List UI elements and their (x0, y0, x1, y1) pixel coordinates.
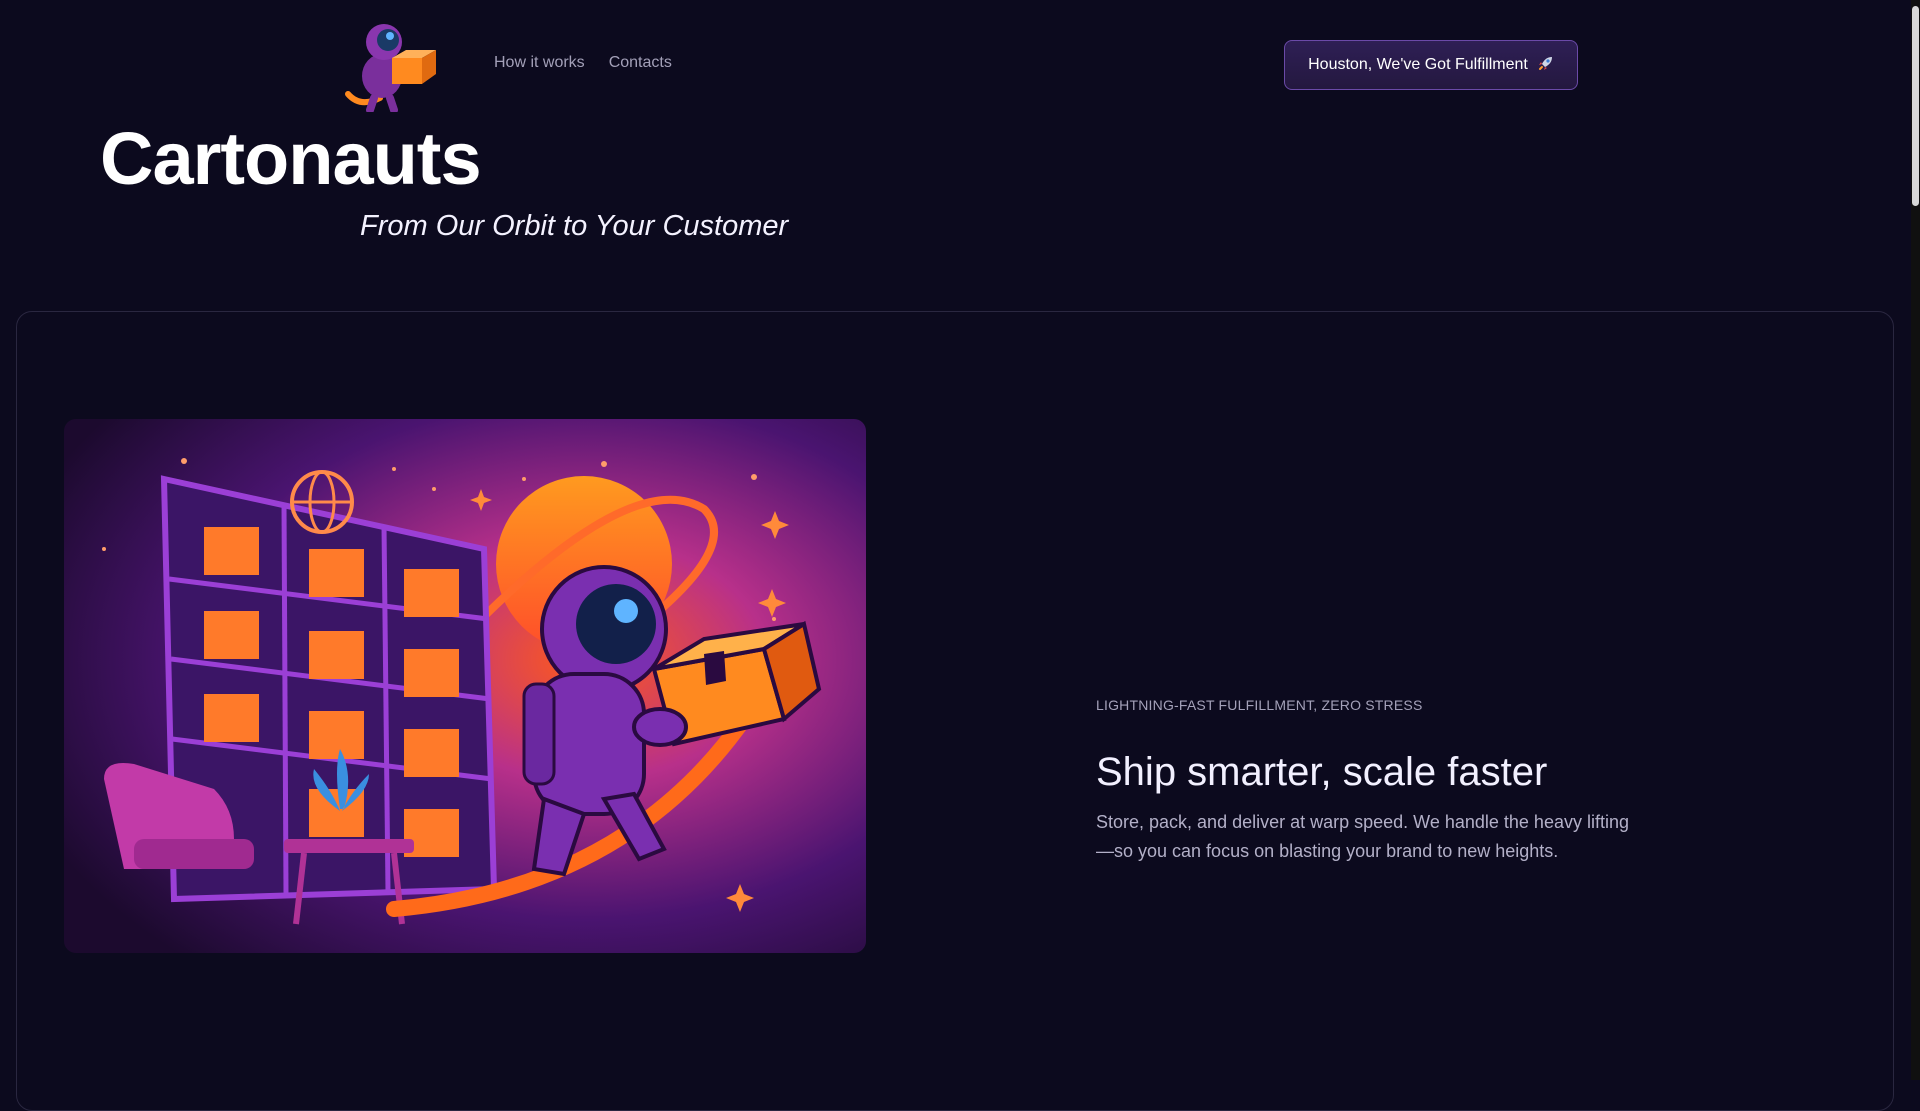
rocket-icon (1538, 55, 1554, 76)
main-nav: How it works Contacts (494, 54, 672, 72)
feature-eyebrow: LIGHTNING-FAST FULFILLMENT, ZERO STRESS (1096, 697, 1423, 713)
feature-heading: Ship smarter, scale faster (1096, 750, 1548, 794)
nav-link-how-it-works[interactable]: How it works (494, 54, 585, 72)
brand-tagline: From Our Orbit to Your Customer (360, 210, 789, 242)
cta-button[interactable]: Houston, We've Got Fulfillment (1284, 40, 1578, 90)
feature-description: Store, pack, and deliver at warp speed. … (1096, 812, 1629, 861)
brand-title: Cartonauts (100, 117, 482, 200)
nav-link-contacts[interactable]: Contacts (609, 54, 672, 72)
cta-button-label: Houston, We've Got Fulfillment (1308, 56, 1528, 73)
astronaut-warehouse-illustration-icon (64, 419, 866, 953)
astronaut-logo-icon[interactable] (340, 16, 440, 114)
scrollbar-thumb[interactable] (1912, 6, 1919, 206)
page-scrollbar[interactable] (1911, 0, 1920, 1080)
